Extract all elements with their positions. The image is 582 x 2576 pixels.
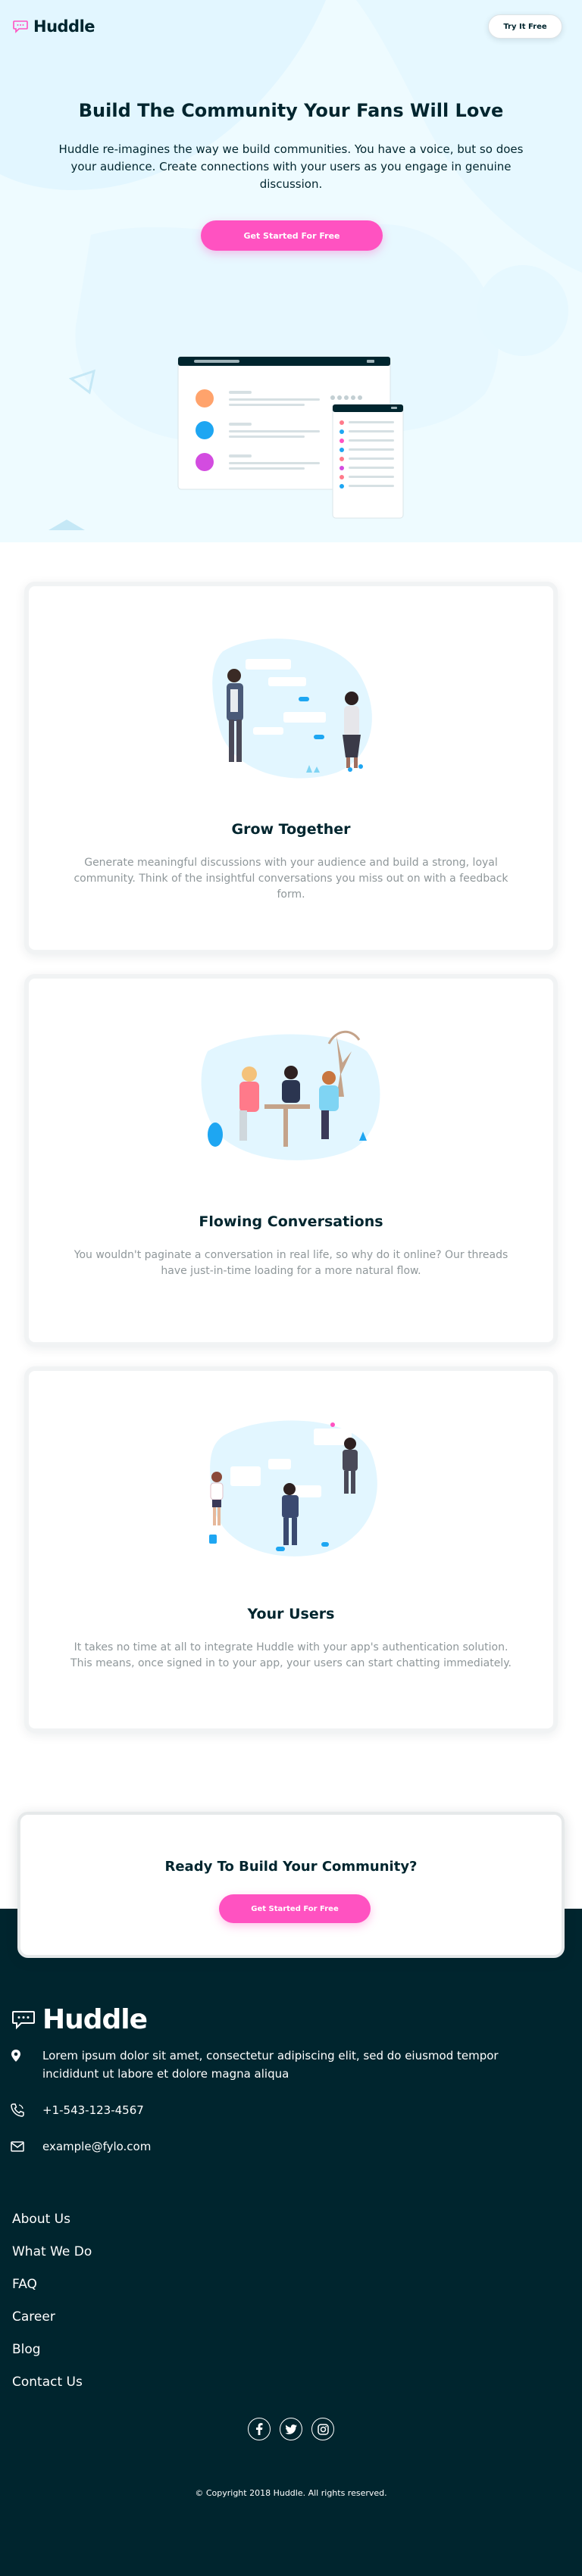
- feature-title: Flowing Conversations: [199, 1213, 383, 1230]
- try-it-free-button[interactable]: Try It Free: [488, 14, 562, 39]
- feature-card-flowing-conversations: Flowing Conversations You wouldn't pagin…: [24, 974, 558, 1347]
- email-icon: [11, 2138, 30, 2155]
- feature-card-grow-together: Grow Together Generate meaningful discus…: [24, 582, 558, 954]
- feature-title: Your Users: [247, 1606, 335, 1622]
- social-links: [0, 2418, 582, 2440]
- logo-text: Huddle: [33, 17, 95, 36]
- hero-title: Build The Community Your Fans Will Love: [78, 100, 504, 121]
- footer-link-blog[interactable]: Blog: [12, 2342, 92, 2375]
- footer-email: example@fylo.com: [11, 2137, 543, 2156]
- footer-address-text: Lorem ipsum dolor sit amet, consectetur …: [42, 2049, 499, 2081]
- twitter-icon[interactable]: [280, 2418, 302, 2440]
- footer-logo[interactable]: Huddle: [11, 2004, 148, 2035]
- cta-and-footer: Ready To Build Your Community? Get Start…: [0, 1812, 582, 2576]
- instagram-icon[interactable]: [311, 2418, 334, 2440]
- logo[interactable]: Huddle: [12, 17, 95, 36]
- footer-phone: +1-543-123-4567: [11, 2101, 543, 2119]
- grow-together-illustration: [212, 639, 372, 779]
- feature-description: You wouldn't paginate a conversation in …: [74, 1249, 508, 1277]
- feature-card-your-users: Your Users It takes no time at all to in…: [24, 1366, 558, 1733]
- footer-link-contact-us[interactable]: Contact Us: [12, 2375, 92, 2407]
- footer-link-faq[interactable]: FAQ: [12, 2277, 92, 2309]
- app-mockup-illustration: [177, 356, 404, 519]
- hero-section: Huddle Try It Free Build The Community Y…: [0, 0, 582, 542]
- cta-box: Ready To Build Your Community? Get Start…: [17, 1812, 565, 1958]
- chat-bubble-icon: [12, 2010, 35, 2029]
- footer-phone-text: +1-543-123-4567: [42, 2103, 144, 2117]
- chat-bubble-icon: [13, 20, 28, 33]
- flowing-conversations-illustration: [201, 1030, 380, 1160]
- get-started-button[interactable]: Get Started For Free: [201, 220, 383, 251]
- site-footer: Huddle Lorem ipsum dolor sit amet, conse…: [0, 1933, 582, 2576]
- footer-logo-text: Huddle: [42, 2004, 148, 2035]
- feature-title: Grow Together: [231, 821, 351, 838]
- footer-nav: About Us What We Do FAQ Career Blog Cont…: [12, 2212, 92, 2407]
- hero-description: Huddle re-imagines the way we build comm…: [58, 142, 524, 191]
- features-section: Grow Together Generate meaningful discus…: [0, 542, 582, 1733]
- footer-link-career[interactable]: Career: [12, 2309, 92, 2342]
- feature-description: It takes no time at all to integrate Hud…: [70, 1641, 512, 1669]
- site-header: Huddle Try It Free: [0, 0, 582, 53]
- cta-box-title: Ready To Build Your Community?: [164, 1859, 418, 1875]
- location-pin-icon: [11, 2047, 30, 2064]
- phone-icon: [11, 2102, 30, 2119]
- footer-email-text: example@fylo.com: [42, 2140, 152, 2153]
- copyright-text: © Copyright 2018 Huddle. All rights rese…: [195, 2488, 387, 2498]
- facebook-icon[interactable]: [248, 2418, 271, 2440]
- feature-description: Generate meaningful discussions with you…: [74, 857, 508, 901]
- footer-address: Lorem ipsum dolor sit amet, consectetur …: [11, 2047, 543, 2083]
- cta-get-started-button[interactable]: Get Started For Free: [219, 1894, 371, 1923]
- footer-link-what-we-do[interactable]: What We Do: [12, 2244, 92, 2277]
- your-users-illustration: [209, 1420, 377, 1557]
- footer-link-about-us[interactable]: About Us: [12, 2212, 92, 2244]
